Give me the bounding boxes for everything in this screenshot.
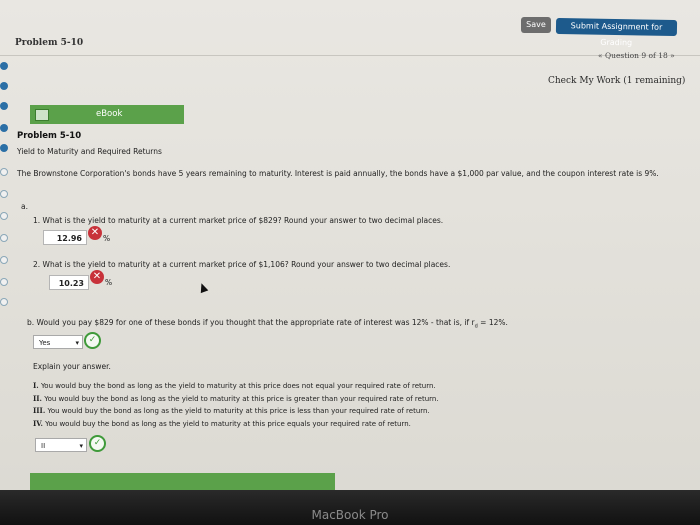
progress-dot[interactable]: [0, 62, 8, 70]
progress-dot[interactable]: [0, 212, 8, 220]
part-b-question: b. Would you pay $829 for one of these b…: [27, 318, 627, 330]
progress-dot[interactable]: [0, 168, 8, 176]
question-progress-rail: [0, 60, 10, 320]
option-1-text: You would buy the bond as long as the yi…: [40, 382, 436, 390]
laptop-brand-label: MacBook Pro: [311, 508, 389, 522]
option-3-num: III.: [33, 406, 46, 415]
question-2-unit: %: [105, 278, 113, 287]
explain-label: Explain your answer.: [33, 362, 111, 371]
option-1: I. You would buy the bond as long as the…: [33, 381, 436, 390]
explain-select-value: II: [41, 442, 46, 450]
option-4-num: IV.: [33, 419, 43, 428]
option-1-num: I.: [33, 381, 39, 390]
progress-dot[interactable]: [0, 102, 8, 110]
problem-title: Problem 5-10: [17, 131, 82, 141]
header-divider: [0, 55, 700, 56]
option-2-text: You would buy the bond as long as the yi…: [44, 395, 439, 403]
part-b-select-value: Yes: [39, 339, 51, 347]
browser-screen: Save Submit Assignment for Grading Probl…: [0, 0, 700, 490]
question-2-answer-input[interactable]: 10.23: [49, 275, 89, 290]
progress-dot[interactable]: [0, 298, 8, 306]
option-4-text: You would buy the bond as long as the yi…: [45, 420, 411, 428]
x-circle-icon: ✕: [88, 226, 102, 240]
check-circle-icon: ✓: [89, 435, 106, 452]
chevron-down-icon: ▾: [79, 442, 83, 450]
x-circle-icon: ✕: [90, 270, 104, 284]
problem-subtitle: Yield to Maturity and Required Returns: [17, 147, 162, 156]
part-a-label: a.: [21, 202, 28, 211]
part-b-text: b. Would you pay $829 for one of these b…: [27, 318, 475, 327]
progress-dot[interactable]: [0, 190, 8, 198]
book-icon: [35, 109, 49, 121]
ebook-label: eBook: [96, 109, 123, 119]
option-3-text: You would buy the bond as long as the yi…: [47, 407, 430, 415]
option-4: IV. You would buy the bond as long as th…: [33, 419, 411, 428]
chevron-down-icon: ▾: [75, 339, 79, 347]
option-3: III. You would buy the bond as long as t…: [33, 406, 430, 415]
option-2-num: II.: [33, 394, 42, 403]
progress-dot[interactable]: [0, 234, 8, 242]
problem-intro: The Brownstone Corporation's bonds have …: [17, 169, 659, 178]
question-1-answer-input[interactable]: 12.96: [43, 230, 87, 245]
explain-answer-select[interactable]: II ▾: [35, 438, 87, 452]
save-button[interactable]: Save: [521, 17, 551, 33]
problem-header-title: Problem 5-10: [15, 38, 84, 48]
question-1-unit: %: [103, 234, 111, 243]
part-b-text-end: = 12%.: [477, 318, 508, 327]
mouse-cursor-icon: [197, 281, 209, 294]
part-b-answer-select[interactable]: Yes ▾: [33, 335, 83, 349]
ebook-button[interactable]: eBook: [30, 105, 184, 124]
check-my-work-link[interactable]: Check My Work (1 remaining): [548, 76, 685, 86]
question-navigation[interactable]: « Question 9 of 18 »: [598, 51, 675, 60]
progress-dot[interactable]: [0, 278, 8, 286]
progress-dot[interactable]: [0, 124, 8, 132]
option-2: II. You would buy the bond as long as th…: [33, 394, 439, 403]
question-1-text: 1. What is the yield to maturity at a cu…: [33, 216, 444, 225]
progress-dot[interactable]: [0, 144, 8, 152]
question-2-text: 2. What is the yield to maturity at a cu…: [33, 260, 451, 269]
submit-assignment-button[interactable]: Submit Assignment for Grading: [555, 17, 678, 47]
progress-dot[interactable]: [0, 82, 8, 90]
bottom-green-bar: [30, 473, 335, 490]
progress-dot[interactable]: [0, 256, 8, 264]
check-circle-icon: ✓: [84, 332, 101, 349]
